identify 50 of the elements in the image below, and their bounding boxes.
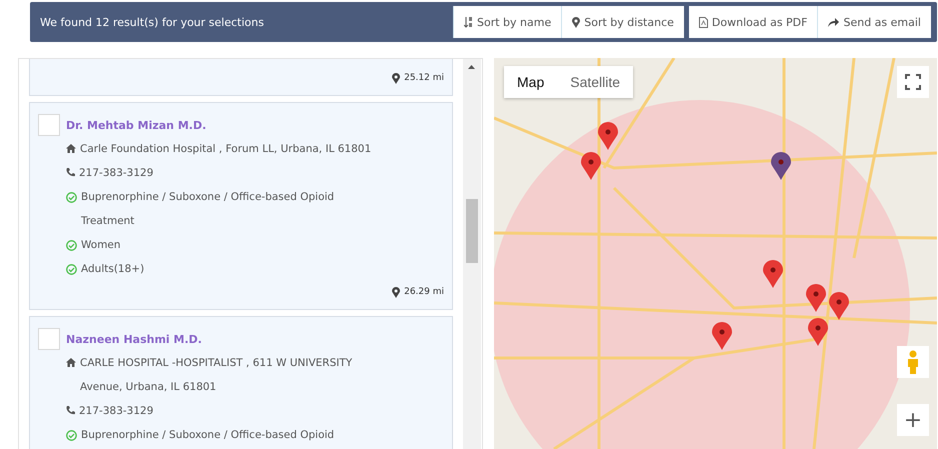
map-marker-icon[interactable] [771,152,791,180]
distance-label: 26.29 mi [404,287,444,297]
check-circle-icon [66,264,77,275]
map-pin-icon [392,286,400,298]
map-marker-icon[interactable] [598,122,618,150]
results-summary: We found 12 result(s) for your selections [40,16,264,28]
service-label: Adults(18+) [81,262,144,277]
map-marker-icon[interactable] [581,152,601,180]
share-arrow-icon [828,18,840,26]
scrollbar[interactable] [463,59,481,449]
provider-phone: 217-383-3129 [79,404,154,419]
download-pdf-button[interactable]: Download as PDF [688,6,818,38]
service-label: Buprenorphine / Suboxone / Office-based Opioid Treatment [81,190,336,229]
map-type-tab[interactable]: Map [504,66,558,98]
map-marker-icon[interactable] [763,260,783,288]
provider-phone: 217-383-3129 [79,166,154,181]
sort-icon [464,16,474,28]
fullscreen-icon [905,74,921,90]
home-icon [66,358,76,367]
service-label: Women [81,238,121,253]
fullscreen-button[interactable] [897,66,929,98]
send-email-button[interactable]: Send as email [817,6,931,38]
check-circle-icon [66,240,77,251]
map-marker-icon[interactable] [808,318,828,346]
provider-address: Carle Foundation Hospital , Forum LL, Urbana, IL 61801 [80,142,372,157]
map-pin-icon [392,72,400,84]
check-circle-icon [66,430,77,441]
distance-label: 25.12 mi [404,73,444,83]
sort-by-name-button[interactable]: Sort by name [453,6,562,38]
phone-icon [66,168,75,177]
scrollbar-thumb[interactable] [466,199,478,263]
sort-by-distance-button[interactable]: Sort by distance [561,6,684,38]
person-icon [907,350,919,374]
map-marker-icon[interactable] [829,292,849,320]
pdf-file-icon [698,16,708,28]
select-checkbox[interactable] [38,328,60,350]
zoom-in-button[interactable]: + [897,404,929,436]
map-marker-icon[interactable] [712,322,732,350]
service-label: Buprenorphine / Suboxone / Office-based Opioid [81,428,334,443]
map-pin-icon [572,16,580,28]
provider-address: CARLE HOSPITAL -HOSPITALIST , 611 W UNIVERSITY Avenue, Urbana, IL 61801 [80,356,354,395]
home-icon [66,144,76,153]
provider-name-link[interactable]: Dr. Mehtab Mizan M.D. [66,118,206,132]
map-marker-icon[interactable] [806,284,826,312]
map-type-tab[interactable]: Satellite [557,66,634,98]
check-circle-icon [66,192,77,203]
phone-icon [66,406,75,415]
select-checkbox[interactable] [38,114,60,136]
provider-name-link[interactable]: Nazneen Hashmi M.D. [66,332,202,346]
scroll-up-icon[interactable] [468,65,475,69]
